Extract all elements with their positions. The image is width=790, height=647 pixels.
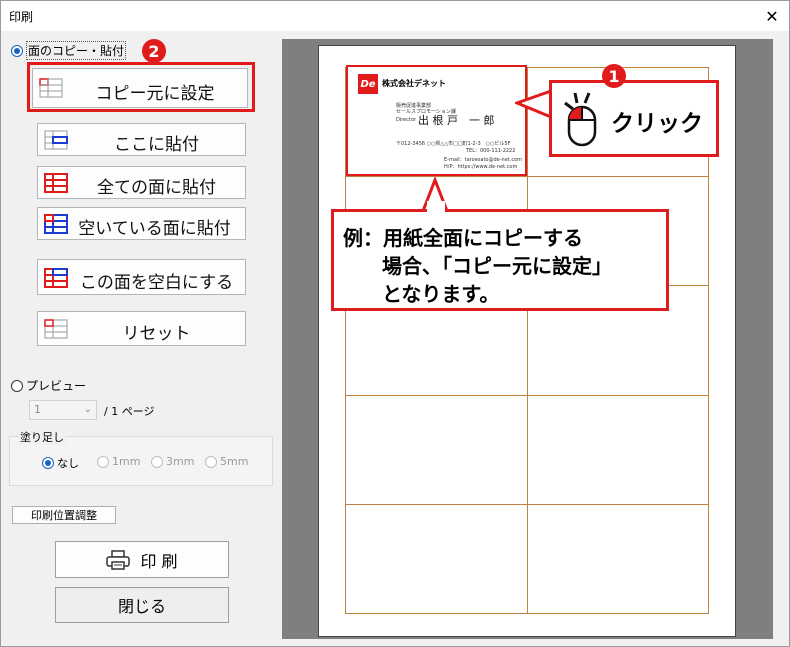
copy-source-button[interactable]: コピー元に設定 xyxy=(32,68,248,108)
paste-all-label: 全ての面に貼付 xyxy=(97,178,216,198)
reset-label: リセット xyxy=(122,324,191,344)
close-button[interactable]: 閉じる xyxy=(55,587,229,623)
card-slot[interactable] xyxy=(345,395,528,505)
paste-empty-label: 空いている面に貼付 xyxy=(78,219,231,239)
card-slot[interactable] xyxy=(527,504,709,614)
bleed-option-none[interactable]: なし xyxy=(42,455,79,471)
radio-unselected-icon xyxy=(11,379,23,392)
card-email: E-mail：taroesato@de-net.com xyxy=(444,157,522,163)
bleed-option-none-label: なし xyxy=(57,457,79,470)
card-hp: H/P：https://www.de-net.com xyxy=(444,164,518,170)
step-2-badge: 2 xyxy=(142,39,166,63)
step-1-badge: 1 xyxy=(602,64,626,88)
card-company: 株式会社デネット xyxy=(382,79,446,88)
example-line-1: 例：用紙全面にコピーする xyxy=(343,226,583,250)
make-blank-label: この面を空白にする xyxy=(79,273,234,293)
grid-blue-cell-icon xyxy=(44,130,68,150)
click-text: クリック xyxy=(611,111,703,137)
card-name: 出 根 戸 一 郎 xyxy=(418,114,495,127)
preview-mode-radio[interactable]: プレビュー xyxy=(11,377,86,394)
paste-here-button[interactable]: ここに貼付 xyxy=(37,123,246,156)
bleed-option-1mm[interactable]: 1mm xyxy=(97,455,140,468)
bleed-option-3mm[interactable]: 3mm xyxy=(151,455,194,468)
chevron-down-icon: ⌄ xyxy=(83,404,92,415)
bleed-option-5mm-label: 5mm xyxy=(220,455,249,468)
card-address: 〒012-3456 ○○県△△市□□町1-2-3 ○○ビル5F xyxy=(396,141,511,147)
grid-mixed-icon xyxy=(44,268,68,288)
card-slot[interactable] xyxy=(527,395,709,505)
copy-paste-mode-radio[interactable]: 面のコピー・貼付 xyxy=(11,41,127,60)
page-select[interactable]: 1 ⌄ xyxy=(29,400,97,420)
example-line-3: となります。 xyxy=(382,282,500,306)
grid-blue-icon xyxy=(44,214,68,234)
example-line-2: 場合、「コピー元に設定」 xyxy=(382,254,612,278)
radio-unselected-icon xyxy=(151,455,163,468)
business-card-preview[interactable]: De 株式会社デネット 販売促進事業部 セールスプロモーション課 Directo… xyxy=(346,65,527,176)
company-logo: De xyxy=(358,74,378,94)
grid-red-icon xyxy=(44,173,68,193)
page-total-label: / 1 ページ xyxy=(104,405,155,418)
print-position-button[interactable]: 印刷位置調整 xyxy=(12,506,116,524)
bleed-option-5mm[interactable]: 5mm xyxy=(205,455,248,468)
radio-selected-icon xyxy=(11,44,23,57)
printer-icon xyxy=(106,549,131,570)
window-title: 印刷 xyxy=(9,10,34,24)
close-icon[interactable]: ✕ xyxy=(759,3,785,29)
mouse-click-icon xyxy=(564,92,597,147)
radio-selected-icon xyxy=(42,457,54,469)
card-slot[interactable] xyxy=(345,504,528,614)
reset-button[interactable]: リセット xyxy=(37,311,246,346)
bleed-group-title: 塗り足し xyxy=(18,429,66,445)
title-bar: 印刷 ✕ xyxy=(1,1,789,31)
callout-pointer-cover xyxy=(427,201,445,215)
print-button[interactable]: 印 刷 xyxy=(55,541,229,578)
paste-here-label: ここに貼付 xyxy=(114,135,199,155)
print-label: 印 刷 xyxy=(140,551,178,571)
copy-paste-mode-label: 面のコピー・貼付 xyxy=(26,41,127,60)
print-dialog: 印刷 ✕ 面のコピー・貼付 2 コピー元に設定 ここに貼付 全ての面に貼付 空い… xyxy=(0,0,790,647)
preview-mode-label: プレビュー xyxy=(26,379,87,393)
radio-unselected-icon xyxy=(97,455,109,468)
bleed-option-3mm-label: 3mm xyxy=(166,455,195,468)
paste-empty-button[interactable]: 空いている面に貼付 xyxy=(37,207,246,240)
grid-outline-icon xyxy=(39,78,63,98)
make-blank-button[interactable]: この面を空白にする xyxy=(37,259,246,295)
grid-reset-icon xyxy=(44,319,68,339)
radio-unselected-icon xyxy=(205,455,217,468)
card-title: Director xyxy=(396,117,417,123)
bleed-option-1mm-label: 1mm xyxy=(112,455,141,468)
paste-all-button[interactable]: 全ての面に貼付 xyxy=(37,166,246,199)
copy-source-label: コピー元に設定 xyxy=(95,84,215,104)
card-tel: TEL：000-111-2222 xyxy=(466,148,516,154)
page-select-value: 1 xyxy=(34,403,41,416)
